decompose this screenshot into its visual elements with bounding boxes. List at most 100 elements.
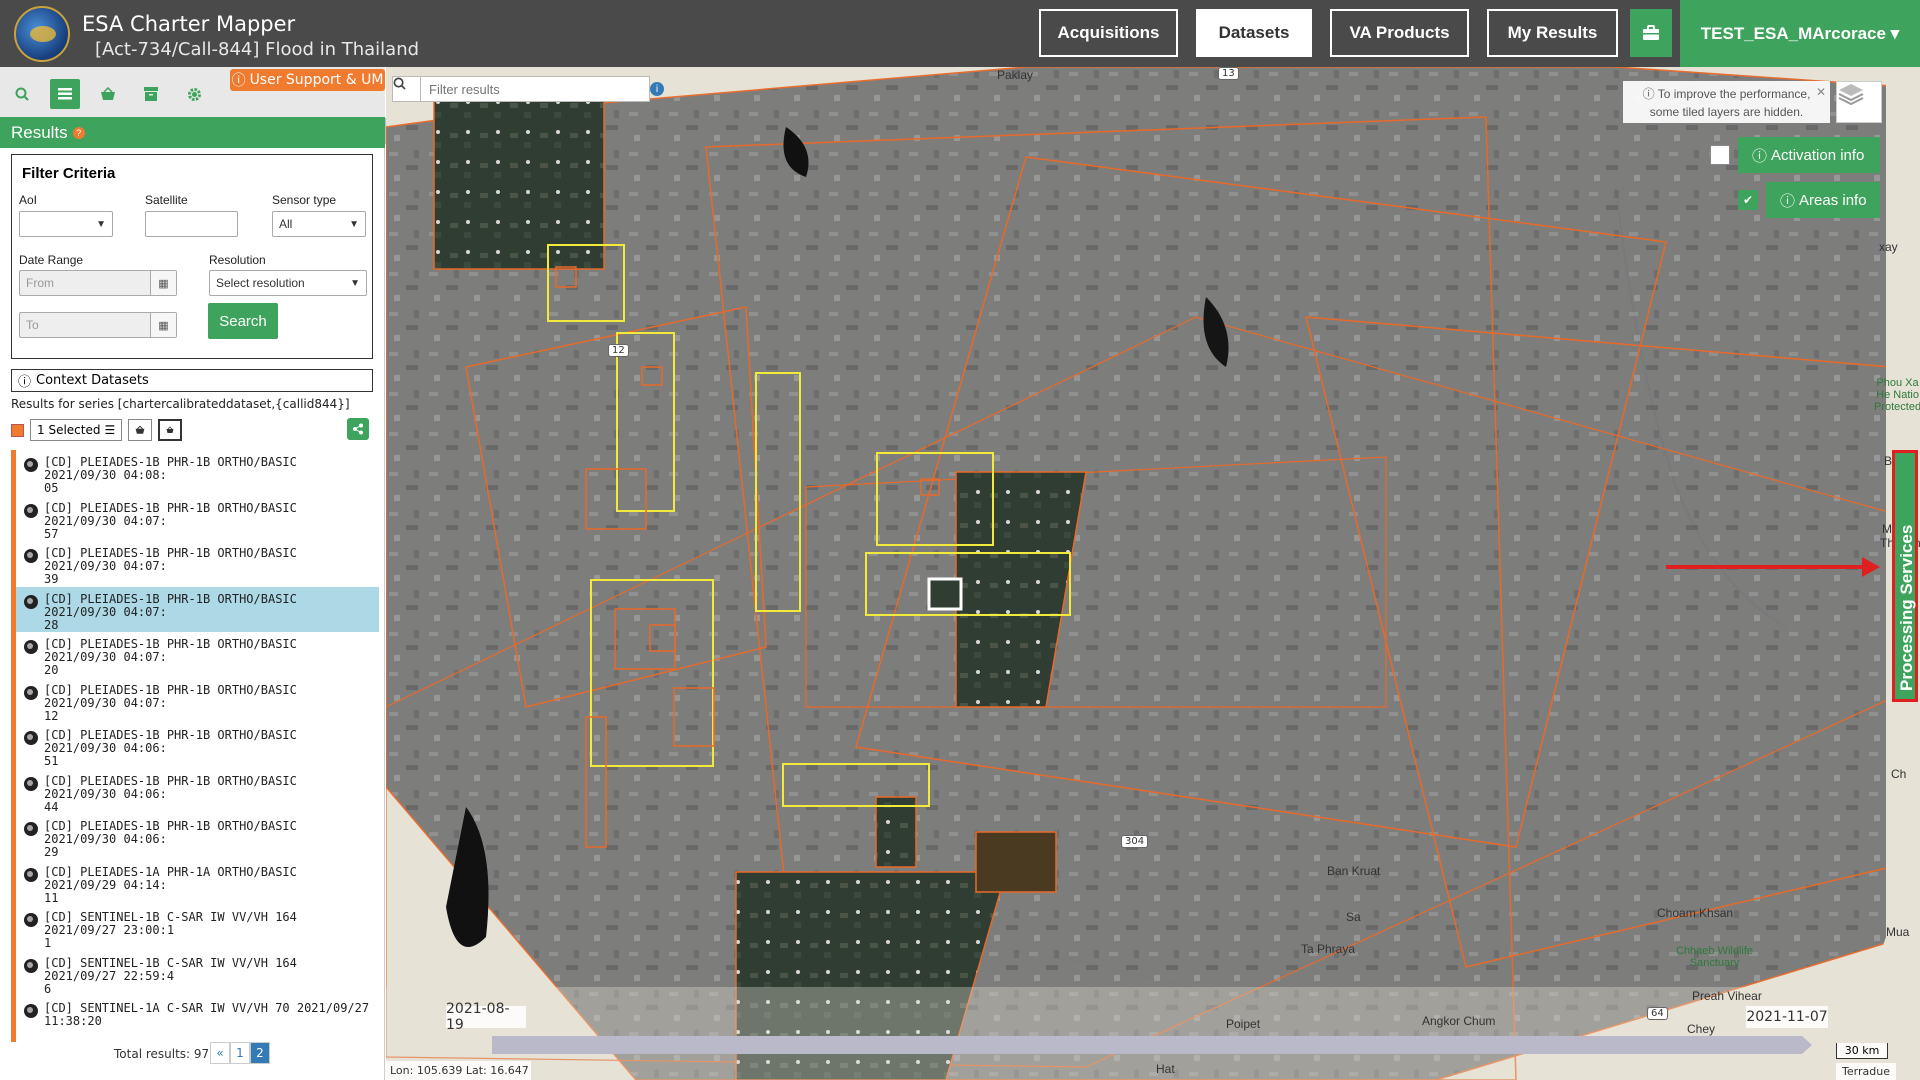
list-item[interactable]: [CD] PLEIADES-1B PHR-1B ORTHO/BASIC 2021… (11, 814, 379, 860)
globe-icon[interactable] (24, 731, 38, 745)
resolution-select[interactable]: Select resolution ▼ (209, 270, 367, 296)
optical-footprint[interactable] (433, 94, 605, 270)
map-canvas[interactable] (386, 67, 1920, 1080)
close-icon[interactable]: ✕ (1816, 83, 1826, 101)
basket-icon[interactable] (93, 79, 123, 109)
help-icon[interactable]: ? (72, 126, 85, 139)
share-icon[interactable] (347, 418, 369, 440)
list-item[interactable]: [CD] PLEIADES-1B PHR-1B ORTHO/BASIC 2021… (11, 541, 379, 587)
satellite-input[interactable] (145, 211, 238, 237)
page-1[interactable]: 1 (230, 1042, 250, 1064)
place-label: Ch (1891, 767, 1907, 781)
info-icon: ⓘ (1780, 192, 1796, 210)
list-item[interactable]: [CD] PLEIADES-1B PHR-1B ORTHO/BASIC 2021… (11, 495, 379, 541)
briefcase-icon[interactable] (1630, 9, 1672, 57)
page-2[interactable]: 2 (250, 1042, 270, 1064)
resolution-label: Resolution (209, 253, 266, 267)
nav-datasets[interactable]: Datasets (1196, 9, 1312, 57)
globe-icon[interactable] (24, 913, 38, 927)
sensor-type-select[interactable]: All ▼ (272, 211, 366, 237)
processing-services-tab[interactable]: Processing Services (1892, 450, 1918, 702)
search-icon[interactable] (7, 79, 37, 109)
calendar-icon[interactable]: ▦ (150, 313, 176, 337)
list-item[interactable]: [CD] SENTINEL-1B C-SAR IW VV/VH 164 2021… (11, 950, 379, 996)
list-item[interactable]: [CD] PLEIADES-1B PHR-1B ORTHO/BASIC 2021… (11, 450, 379, 496)
info-icon[interactable]: i (650, 82, 664, 96)
globe-icon[interactable] (24, 640, 38, 654)
search-icon (393, 76, 421, 102)
activation-info-button[interactable]: ⓘ Activation info (1738, 137, 1880, 173)
pagination: Total results: 97 « 1 2 (0, 1033, 385, 1064)
context-datasets-toggle[interactable]: ⓘ Context Datasets (11, 369, 373, 392)
list-item[interactable]: [CD] PLEIADES-1B PHR-1B ORTHO/BASIC 2021… (11, 723, 379, 769)
optical-footprint[interactable] (875, 796, 917, 868)
item-title-line1: [CD] PLEIADES-1B PHR-1B ORTHO/BASIC 2021… (44, 546, 297, 573)
globe-icon[interactable] (24, 776, 38, 791)
sensor-type-label: Sensor type (272, 193, 337, 207)
globe-icon[interactable] (24, 822, 38, 836)
place-label: Phou Xa He Natio Protected (1874, 377, 1920, 413)
context-datasets-label: Context Datasets (36, 373, 149, 388)
item-title-line2: 51 (44, 754, 59, 768)
aoi-select[interactable]: ▼ (19, 211, 113, 237)
charter-logo-icon[interactable] (14, 6, 70, 62)
calendar-icon[interactable]: ▦ (150, 271, 176, 295)
selected-footprint[interactable] (927, 577, 963, 611)
areas-info-button[interactable]: ⓘ Areas info (1766, 182, 1880, 218)
page-first[interactable]: « (210, 1042, 230, 1064)
nav-acquisitions[interactable]: Acquisitions (1039, 9, 1178, 57)
layers-icon[interactable] (1836, 81, 1882, 123)
list-item[interactable]: [CD] PLEIADES-1A PHR-1A ORTHO/BASIC 2021… (11, 859, 379, 905)
map-filter-box (392, 76, 650, 102)
globe-icon[interactable] (24, 503, 38, 518)
archive-icon[interactable] (136, 79, 166, 109)
item-title-line1: [CD] SENTINEL-1A C-SAR IW VV/VH 70 2021/… (44, 1001, 370, 1028)
user-menu-button[interactable]: TEST_ESA_MArcorace ▾ (1680, 0, 1920, 67)
item-title-line2: 12 (44, 708, 59, 723)
globe-icon[interactable] (24, 685, 38, 700)
add-to-basket-icon[interactable] (128, 419, 153, 441)
chevron-down-icon: ▼ (96, 218, 106, 230)
place-label: Hat (1156, 1062, 1175, 1076)
gear-icon[interactable] (179, 79, 209, 109)
list-item[interactable]: [CD] PLEIADES-1B PHR-1B ORTHO/BASIC 2021… (11, 677, 379, 723)
list-item[interactable]: [CD] PLEIADES-1B PHR-1B ORTHO/BASIC 2021… (11, 632, 379, 678)
nav-my-results[interactable]: My Results (1487, 9, 1618, 57)
map-view[interactable]: Paklay Ban Kruat Ta Phraya Poipet Angkor… (386, 67, 1920, 1080)
list-item[interactable]: [CD] SENTINEL-1B C-SAR IW VV/VH 164 2021… (11, 905, 379, 951)
filter-results-input[interactable] (421, 77, 641, 101)
globe-icon[interactable] (24, 549, 38, 563)
selected-count-button[interactable]: 1 Selected ☰ (30, 419, 123, 441)
globe-icon[interactable] (24, 867, 38, 882)
road-shield: 12 (608, 344, 629, 357)
optical-footprint[interactable] (975, 831, 1057, 893)
search-button[interactable]: Search (208, 303, 278, 339)
performance-note: ⓘ To improve the performance, some tiled… (1623, 81, 1830, 123)
user-support-button[interactable]: ⓘ User Support & UM (230, 69, 385, 91)
areas-info-checkbox[interactable]: ✔ (1738, 190, 1758, 210)
results-panel: ⓘ User Support & UM Results ? Filter Cri… (0, 67, 385, 1080)
item-title-line2: 1 (44, 936, 52, 950)
nav-va-products[interactable]: VA Products (1330, 9, 1469, 57)
place-label: Chhaeb Wildlife Sanctuary (1676, 945, 1754, 969)
processing-services-label: Processing Services (1897, 524, 1916, 691)
timeline-slider[interactable] (492, 1036, 1812, 1054)
globe-icon[interactable] (24, 958, 38, 973)
remove-from-basket-icon[interactable] (158, 419, 183, 441)
list-item[interactable]: [CD] PLEIADES-1B PHR-1B ORTHO/BASIC 2021… (11, 586, 379, 632)
date-from-input[interactable]: From ▦ (19, 270, 177, 296)
filter-criteria-box: Filter Criteria AoI ▼ Satellite Sensor t… (11, 154, 373, 359)
date-to-input[interactable]: To ▦ (19, 312, 177, 338)
sar-footprint[interactable] (386, 67, 1907, 1080)
item-title-line1: [CD] PLEIADES-1B PHR-1B ORTHO/BASIC 2021… (44, 455, 297, 482)
globe-icon[interactable] (24, 594, 38, 609)
globe-icon[interactable] (24, 1004, 38, 1018)
list-item[interactable]: [CD] PLEIADES-1B PHR-1B ORTHO/BASIC 2021… (11, 768, 379, 814)
list-icon[interactable] (50, 79, 80, 109)
place-label: Chey (1687, 1022, 1716, 1036)
map-attribution[interactable]: Terradue (1836, 1063, 1896, 1080)
activation-info-checkbox[interactable] (1710, 145, 1730, 165)
selection-color-swatch[interactable] (11, 423, 24, 437)
globe-icon[interactable] (24, 458, 38, 472)
place-label: Ban Kruat (1327, 864, 1381, 878)
